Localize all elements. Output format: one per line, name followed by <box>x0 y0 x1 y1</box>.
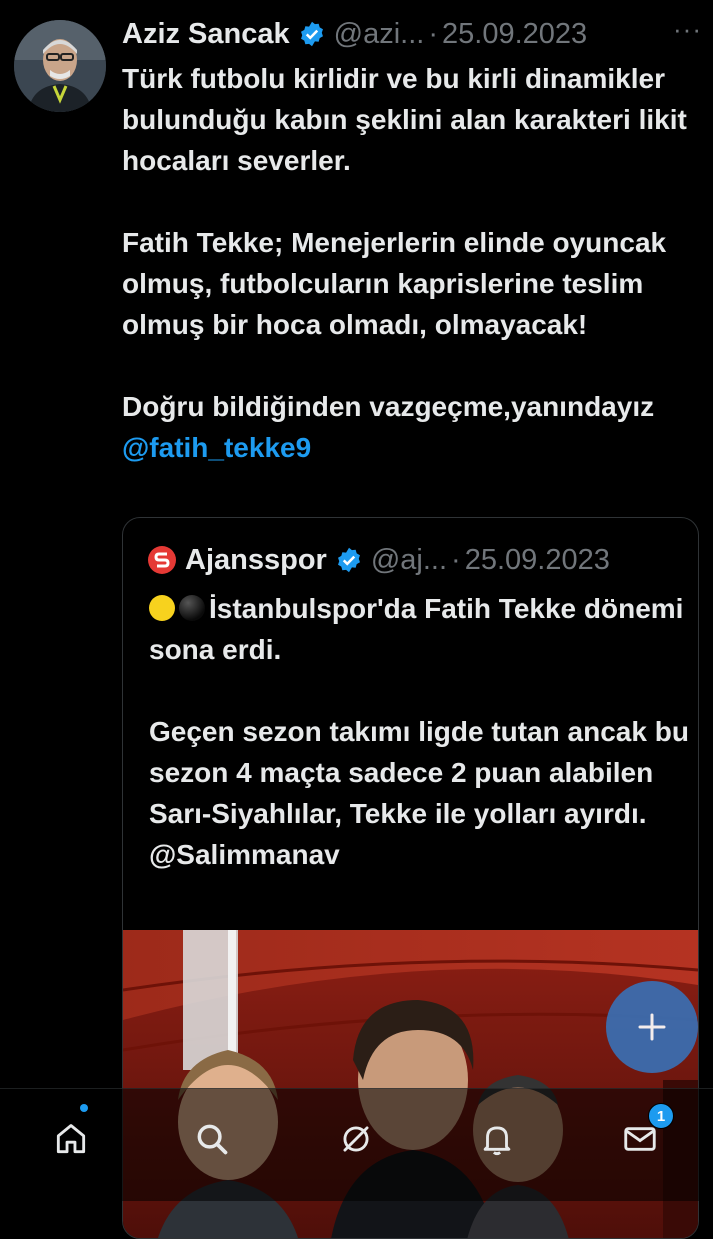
quote-mention[interactable]: @Salimmanav <box>149 834 694 875</box>
verified-badge-icon <box>337 547 360 573</box>
tweet-paragraph: Fatih Tekke; Menejerlerin elinde oyuncak… <box>122 227 667 340</box>
quote-paragraph-text: İstanbulspor'da Fatih Tekke dönemi sona … <box>149 593 684 665</box>
plus-icon <box>638 1013 666 1041</box>
quote-text: İstanbulspor'da Fatih Tekke dönemi sona … <box>149 588 694 916</box>
ajansspor-logo-icon <box>148 546 176 574</box>
black-circle-icon <box>179 595 205 621</box>
home-icon <box>56 1124 86 1154</box>
tweet-header: Aziz Sancak @azi... · 25.09.2023 ··· <box>122 14 702 54</box>
header-separator: · <box>428 17 438 50</box>
nav-search[interactable] <box>182 1109 242 1169</box>
compose-button[interactable] <box>606 981 698 1073</box>
nav-notifications[interactable] <box>467 1109 527 1169</box>
nav-home[interactable] <box>41 1109 101 1169</box>
verified-badge-icon <box>300 21 323 47</box>
yellow-circle-icon <box>149 595 175 621</box>
author-avatar[interactable] <box>14 20 106 112</box>
grok-icon <box>343 1126 369 1152</box>
messages-badge: 1 <box>648 1103 674 1129</box>
quote-paragraph: İstanbulspor'da Fatih Tekke dönemi sona … <box>149 588 694 670</box>
quote-header: Ajansspor @aj... · 25.09.2023 <box>147 540 692 580</box>
tweet-paragraph: Türk futbolu kirlidir ve bu kirli dinami… <box>122 63 687 176</box>
quote-date[interactable]: 25.09.2023 <box>465 544 610 577</box>
quote-header-separator: · <box>451 543 461 576</box>
tweet-paragraph: Doğru bildiğinden vazgeçme,yanındayız @f… <box>122 386 702 468</box>
more-options-icon[interactable]: ··· <box>673 14 702 45</box>
author-handle[interactable]: @azi... <box>334 18 425 51</box>
quote-author-name[interactable]: Ajansspor <box>185 544 327 577</box>
nav-grok[interactable] <box>326 1109 386 1169</box>
quote-author-handle[interactable]: @aj... <box>371 544 447 577</box>
home-notification-dot <box>80 1104 88 1112</box>
notifications-icon <box>483 1126 511 1156</box>
tweet-paragraph-text: Doğru bildiğinden vazgeçme,yanındayız <box>122 391 655 422</box>
author-name[interactable]: Aziz Sancak <box>122 18 290 51</box>
search-icon <box>197 1124 228 1155</box>
mention-link[interactable]: @fatih_tekke9 <box>122 432 311 463</box>
quote-paragraph: Geçen sezon takımı ligde tutan ancak bu … <box>149 716 689 829</box>
bottom-navigation <box>0 1088 713 1201</box>
tweet-text: Türk futbolu kirlidir ve bu kirli dinami… <box>122 58 702 509</box>
tweet-date[interactable]: 25.09.2023 <box>442 18 587 51</box>
